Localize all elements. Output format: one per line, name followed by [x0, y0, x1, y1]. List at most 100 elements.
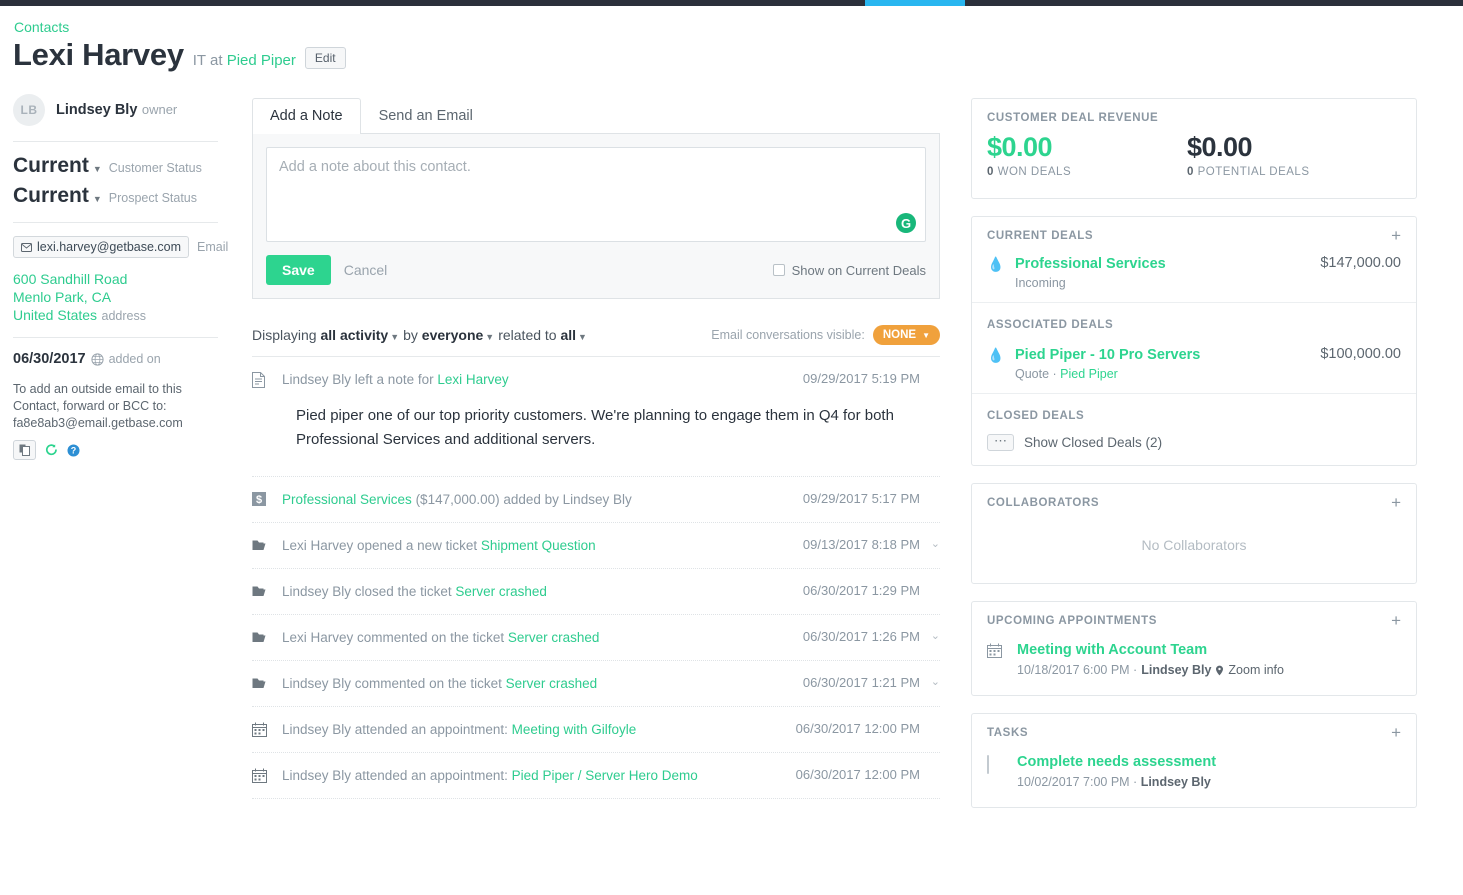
chevron-down-icon[interactable]: ⌄: [920, 675, 940, 688]
task-checkbox[interactable]: [987, 755, 989, 774]
filter-text: Displaying all activity▼by everyone▼rela…: [252, 327, 591, 343]
address-block: 600 Sandhill Road Menlo Park, CA United …: [13, 264, 218, 337]
page-title: Lexi Harvey: [13, 37, 184, 73]
note-placeholder: Add a note about this contact.: [279, 159, 471, 175]
timeline-link[interactable]: Professional Services: [282, 492, 412, 507]
deal-name[interactable]: Pied Piper - 10 Pro Servers: [1015, 347, 1200, 363]
chevron-down-icon[interactable]: ▼: [390, 332, 399, 342]
timeline-link[interactable]: Lexi Harvey: [437, 372, 508, 387]
task-meta: 10/02/2017 7:00 PM · Lindsey Bly: [1017, 775, 1216, 789]
pin-icon: [1215, 665, 1224, 676]
add-deal-icon[interactable]: +: [1391, 230, 1401, 242]
chevron-down-icon[interactable]: ▼: [485, 332, 494, 342]
timeline-link[interactable]: Meeting with Gilfoyle: [512, 722, 637, 737]
address-line-2[interactable]: Menlo Park, CA: [13, 288, 218, 306]
owner-name: Lindsey Bly: [56, 102, 137, 118]
task-when: 10/02/2017 7:00 PM ·: [1017, 775, 1141, 789]
chevron-down-icon[interactable]: ▼: [578, 332, 587, 342]
filter-prefix: Displaying: [252, 327, 317, 343]
added-on-date: 06/30/2017: [13, 351, 86, 367]
appointment-location[interactable]: Zoom info: [1228, 663, 1284, 677]
add-task-icon[interactable]: +: [1391, 727, 1401, 739]
appointment-item[interactable]: Meeting with Account Team 10/18/2017 6:0…: [972, 627, 1416, 695]
prospect-status-value[interactable]: Current: [13, 184, 89, 208]
chevron-down-icon[interactable]: ▼: [93, 164, 102, 174]
show-on-current-deals-toggle[interactable]: Show on Current Deals: [773, 263, 926, 278]
task-title[interactable]: Complete needs assessment: [1017, 754, 1216, 770]
timeline-item: Lexi Harvey opened a new ticket Shipment…: [252, 523, 940, 569]
task-item[interactable]: Complete needs assessment 10/02/2017 7:0…: [972, 739, 1416, 807]
add-collaborator-icon[interactable]: +: [1391, 497, 1401, 509]
prospect-status-label: Prospect Status: [109, 191, 197, 205]
breadcrumb-contacts[interactable]: Contacts: [14, 19, 69, 35]
contact-organization-link[interactable]: Pied Piper: [227, 52, 296, 69]
chevron-down-icon: ▼: [922, 331, 930, 340]
timeline-item-body: Pied piper one of our top priority custo…: [296, 404, 916, 452]
note-icon: [252, 371, 282, 388]
deals-card: CURRENT DEALS + 💧 Professional Services …: [971, 216, 1417, 466]
timeline-text-before: Lexi Harvey commented on the ticket: [282, 630, 508, 645]
flame-icon: 💧: [987, 346, 1015, 364]
cancel-button[interactable]: Cancel: [344, 262, 388, 278]
ellipsis-icon[interactable]: ⋯: [987, 434, 1014, 451]
timeline-text-before: Lindsey Bly attended an appointment:: [282, 768, 512, 783]
won-deals-amount: $0.00: [987, 132, 1187, 163]
closed-deals-title: CLOSED DEALS: [987, 410, 1084, 422]
customer-status-row[interactable]: Current ▼ Customer Status: [13, 154, 218, 178]
checkbox-icon[interactable]: [773, 264, 785, 276]
chevron-down-icon[interactable]: ⌄: [920, 537, 940, 550]
address-line-1[interactable]: 600 Sandhill Road: [13, 270, 218, 288]
associated-deals-header: ASSOCIATED DEALS: [972, 302, 1416, 333]
note-input[interactable]: Add a note about this contact. G: [266, 147, 926, 242]
filter-activity[interactable]: all activity: [320, 327, 388, 343]
customer-status-value[interactable]: Current: [13, 154, 89, 178]
deal-row-current[interactable]: 💧 Professional Services Incoming $147,00…: [972, 242, 1416, 302]
tab-send-an-email[interactable]: Send an Email: [361, 98, 491, 133]
deal-row-associated[interactable]: 💧 Pied Piper - 10 Pro Servers Quote · Pi…: [972, 333, 1416, 393]
potential-deals-label: POTENTIAL DEALS: [1198, 166, 1310, 178]
show-closed-deals-label[interactable]: Show Closed Deals (2): [1024, 435, 1162, 450]
deal-account-link[interactable]: Pied Piper: [1060, 367, 1118, 381]
timeline-link[interactable]: Server crashed: [508, 630, 600, 645]
show-closed-deals-row[interactable]: ⋯ Show Closed Deals (2): [972, 424, 1416, 465]
activity-column: Add a Note Send an Email Add a note abou…: [252, 98, 940, 799]
email-chip[interactable]: lexi.harvey@getbase.com: [13, 236, 189, 258]
closed-deals-header: CLOSED DEALS: [972, 393, 1416, 424]
owner-row[interactable]: LB Lindsey Bly owner: [13, 94, 218, 141]
timeline-timestamp: 06/30/2017 1:26 PM: [791, 629, 920, 644]
potential-deals-count: 0: [1187, 166, 1194, 178]
filter-by[interactable]: everyone: [422, 327, 483, 343]
chevron-down-icon[interactable]: ▼: [93, 194, 102, 204]
address-line-3[interactable]: United States: [13, 307, 97, 323]
edit-button[interactable]: Edit: [305, 47, 346, 69]
timeline-item: Lindsey Bly commented on the ticket Serv…: [252, 661, 940, 707]
copy-icon[interactable]: [13, 440, 36, 460]
email-visibility-badge[interactable]: NONE ▼: [873, 325, 940, 345]
ticket-icon: [252, 675, 282, 689]
help-icon[interactable]: ?: [67, 444, 80, 457]
deal-name[interactable]: Professional Services: [1015, 256, 1166, 272]
appointment-title[interactable]: Meeting with Account Team: [1017, 642, 1207, 658]
filter-related[interactable]: all: [560, 327, 576, 343]
timeline-item-header: Lindsey Bly closed the ticket Server cra…: [252, 583, 940, 600]
ticket-icon: [252, 537, 282, 551]
customer-status-label: Customer Status: [109, 161, 202, 175]
timeline-link[interactable]: Server crashed: [455, 584, 547, 599]
contact-page: Contacts Lexi Harvey IT at Pied Piper Ed…: [0, 6, 1463, 895]
save-button[interactable]: Save: [266, 255, 331, 285]
appointments-card: UPCOMING APPOINTMENTS + Meeting with Acc…: [971, 601, 1417, 696]
timeline-link[interactable]: Shipment Question: [481, 538, 596, 553]
grammarly-icon[interactable]: G: [896, 213, 916, 233]
chevron-down-icon[interactable]: ⌄: [920, 629, 940, 642]
refresh-icon[interactable]: [45, 444, 58, 457]
timeline-timestamp: 06/30/2017 12:00 PM: [784, 767, 920, 782]
tab-add-a-note[interactable]: Add a Note: [252, 98, 361, 134]
avatar: LB: [13, 94, 45, 126]
timeline-link[interactable]: Server crashed: [506, 676, 598, 691]
timeline-item-text: Lindsey Bly commented on the ticket Serv…: [282, 675, 791, 692]
timeline-link[interactable]: Pied Piper / Server Hero Demo: [512, 768, 698, 783]
add-appointment-icon[interactable]: +: [1391, 615, 1401, 627]
collaborators-card: COLLABORATORS + No Collaborators: [971, 483, 1417, 584]
deal-amount: $100,000.00: [1310, 346, 1401, 362]
prospect-status-row[interactable]: Current ▼ Prospect Status: [13, 184, 218, 208]
